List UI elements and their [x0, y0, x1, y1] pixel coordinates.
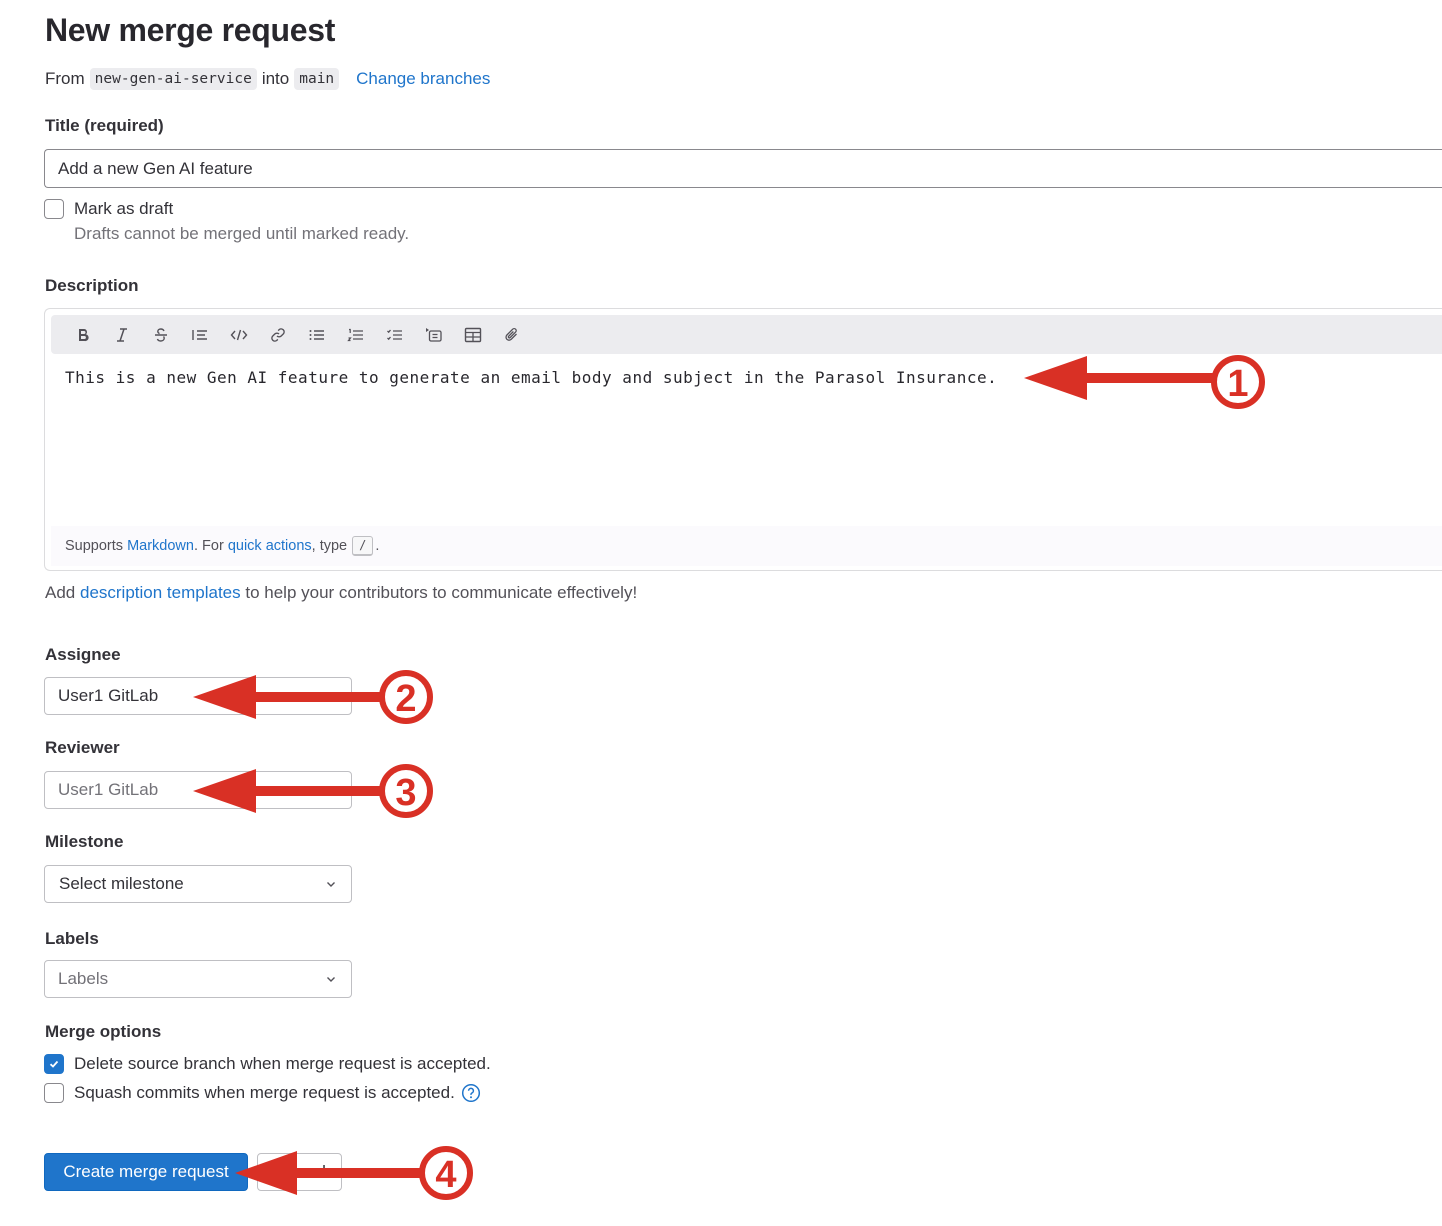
- templates-prefix: Add: [45, 583, 76, 602]
- branch-info: From new-gen-ai-service into main Change…: [45, 68, 490, 90]
- collapsible-section-icon[interactable]: [414, 320, 453, 350]
- quote-icon[interactable]: [180, 320, 219, 350]
- reviewer-label: Reviewer: [45, 738, 120, 757]
- annotation-marker-3: 3: [395, 772, 416, 814]
- help-icon[interactable]: [461, 1083, 481, 1103]
- squash-commits-row: Squash commits when merge request is acc…: [74, 1083, 481, 1103]
- table-icon[interactable]: [453, 320, 492, 350]
- into-label: into: [261, 69, 290, 88]
- reviewer-placeholder: User1 GitLab: [58, 780, 159, 799]
- assignee-value: User1 GitLab: [58, 686, 159, 705]
- assignee-label: Assignee: [45, 645, 121, 664]
- link-icon[interactable]: [258, 320, 297, 350]
- mark-as-draft-label[interactable]: Mark as draft: [74, 199, 173, 219]
- delete-source-branch-label[interactable]: Delete source branch when merge request …: [74, 1054, 491, 1074]
- title-input-value: Add a new Gen AI feature: [58, 158, 253, 178]
- chevron-down-icon: [327, 977, 335, 982]
- merge-options-label: Merge options: [45, 1022, 162, 1041]
- strikethrough-icon[interactable]: [141, 320, 180, 350]
- reviewer-dropdown[interactable]: User1 GitLab: [44, 771, 352, 809]
- description-textarea[interactable]: This is a new Gen AI feature to generate…: [65, 368, 997, 387]
- milestone-value: Select milestone: [59, 874, 184, 893]
- attach-file-icon[interactable]: [492, 320, 531, 350]
- milestone-label: Milestone: [45, 832, 124, 851]
- bulleted-list-icon[interactable]: [297, 320, 336, 350]
- from-label: From: [45, 69, 85, 88]
- chevron-down-icon: [327, 882, 335, 887]
- milestone-dropdown[interactable]: Select milestone: [44, 865, 352, 903]
- labels-placeholder: Labels: [58, 969, 109, 988]
- delete-source-branch-checkbox[interactable]: [44, 1054, 64, 1074]
- for-text: . For: [193, 538, 224, 554]
- create-merge-request-button[interactable]: Create merge request: [44, 1153, 248, 1191]
- mark-as-draft-checkbox[interactable]: [44, 199, 64, 219]
- annotation-marker-4: 4: [435, 1154, 456, 1196]
- end-period: .: [375, 538, 380, 554]
- checkmark-icon: [49, 1060, 59, 1068]
- task-list-icon[interactable]: [375, 320, 414, 350]
- annotation-marker-2: 2: [395, 678, 416, 720]
- target-branch: main: [294, 68, 340, 90]
- description-templates-note: Add description templates to help your c…: [45, 583, 637, 603]
- squash-commits-label[interactable]: Squash commits when merge request is acc…: [74, 1083, 455, 1103]
- type-text: , type: [311, 538, 348, 554]
- cancel-button[interactable]: Cancel: [257, 1153, 342, 1191]
- assignee-dropdown[interactable]: User1 GitLab: [44, 677, 352, 715]
- squash-commits-checkbox[interactable]: [44, 1083, 64, 1103]
- change-branches-link[interactable]: Change branches: [356, 69, 490, 89]
- title-input[interactable]: Add a new Gen AI feature: [44, 149, 1442, 188]
- quick-actions-link[interactable]: quick actions: [228, 538, 312, 554]
- code-icon[interactable]: [219, 320, 258, 350]
- description-templates-link[interactable]: description templates: [80, 583, 241, 602]
- markdown-link[interactable]: Markdown: [127, 538, 194, 554]
- markdown-toolbar: [51, 315, 1442, 354]
- labels-dropdown[interactable]: Labels: [44, 960, 352, 998]
- page-title: New merge request: [45, 12, 336, 48]
- source-branch: new-gen-ai-service: [89, 68, 257, 90]
- slash-key: /: [352, 536, 374, 556]
- draft-help-text: Drafts cannot be merged until marked rea…: [74, 224, 410, 243]
- templates-suffix: to help your contributors to communicate…: [245, 583, 638, 602]
- description-label: Description: [45, 276, 139, 295]
- bold-icon[interactable]: [63, 320, 102, 350]
- markdown-hint: Supports Markdown. For quick actions, ty…: [51, 526, 1442, 566]
- italic-icon[interactable]: [102, 320, 141, 350]
- supports-text: Supports: [65, 538, 124, 554]
- labels-label: Labels: [45, 929, 99, 948]
- numbered-list-icon[interactable]: [336, 320, 375, 350]
- description-editor: This is a new Gen AI feature to generate…: [44, 308, 1442, 571]
- title-label: Title (required): [45, 116, 164, 135]
